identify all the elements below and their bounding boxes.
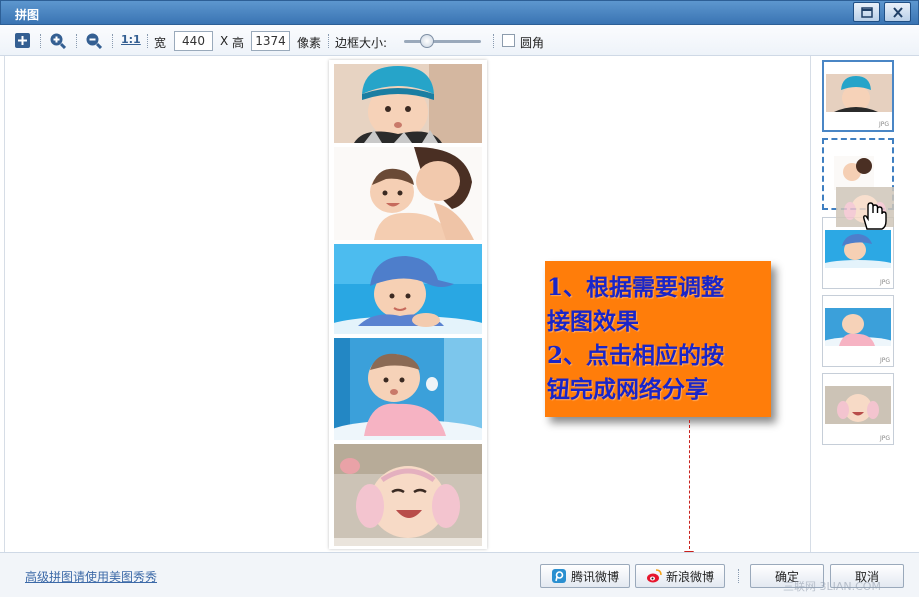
actual-size-button[interactable]: 1:1 — [121, 33, 141, 46]
bottom-bar: 高级拼图请使用美图秀秀 腾讯微博 新浪微博 确定 取消 — [0, 552, 919, 597]
close-button[interactable] — [884, 2, 911, 22]
toolbar: 1:1 宽 440 X 高 1374 像素 边框大小: 圆角 — [0, 25, 919, 56]
thumbnail-item[interactable]: JPG — [822, 60, 894, 132]
sina-weibo-button[interactable]: 新浪微博 — [635, 564, 725, 588]
instruction-callout: 1、根据需要调整 接图效果 2、点击相应的按 钮完成网络分享 — [545, 261, 771, 417]
title-bar: 拼图 — [0, 0, 919, 25]
zoom-in-icon[interactable] — [49, 32, 66, 49]
sina-weibo-icon — [646, 569, 662, 583]
width-label: 宽 — [154, 36, 167, 50]
width-input[interactable]: 440 — [174, 31, 213, 51]
toolbar-separator — [147, 34, 148, 48]
collage-photo[interactable] — [334, 147, 482, 240]
tencent-weibo-button[interactable]: 腾讯微博 — [540, 564, 630, 588]
collage-photo[interactable] — [334, 444, 482, 546]
callout-line: 接图效果 — [547, 308, 639, 335]
tencent-weibo-icon — [551, 569, 566, 583]
tencent-weibo-label: 腾讯微博 — [570, 569, 619, 584]
maximize-icon — [861, 7, 873, 18]
thumbnail-item[interactable]: JPG — [822, 295, 894, 367]
toolbar-separator — [112, 34, 113, 48]
rounded-corner-label: 圆角 — [520, 36, 545, 50]
height-label: 高 — [232, 36, 245, 50]
callout-line: 钮完成网络分享 — [547, 376, 708, 403]
thumbnail-tag: JPG — [879, 357, 890, 364]
window-title: 拼图 — [15, 8, 40, 22]
collage-photo[interactable] — [334, 244, 482, 334]
toolbar-separator — [76, 34, 77, 48]
toolbar-separator — [40, 34, 41, 48]
callout-line: 1、根据需要调整 — [547, 274, 725, 301]
advanced-collage-link[interactable]: 高级拼图请使用美图秀秀 — [25, 568, 157, 585]
thumbnail-tag: JPG — [879, 279, 890, 286]
height-input[interactable]: 1374 — [251, 31, 290, 51]
x-label: X — [220, 34, 229, 48]
thumbnail-item[interactable]: JPG — [822, 373, 894, 445]
zoom-out-icon[interactable] — [85, 32, 102, 49]
border-size-label: 边框大小: — [335, 36, 388, 50]
maximize-button[interactable] — [853, 2, 880, 22]
collage-photo[interactable] — [334, 338, 482, 440]
close-icon — [893, 7, 903, 18]
collage-photo[interactable] — [334, 64, 482, 143]
toolbar-separator — [328, 34, 329, 48]
add-image-icon[interactable] — [14, 32, 31, 49]
border-size-slider[interactable] — [404, 40, 481, 43]
rounded-corner-checkbox[interactable] — [502, 34, 515, 47]
pointer-arrow-line — [689, 420, 690, 554]
callout-line: 2、点击相应的按 — [547, 342, 725, 369]
thumbnail-tag: JPG — [879, 435, 890, 442]
watermark: 三联网 3LIAN.COM — [783, 580, 881, 593]
footer-separator — [738, 569, 739, 583]
toolbar-separator — [493, 34, 494, 48]
border-size-slider-thumb[interactable] — [420, 34, 435, 48]
thumbnail-sidebar: JPG JPG JPG JPG — [810, 56, 919, 552]
sina-weibo-label: 新浪微博 — [665, 569, 714, 584]
hand-cursor-icon — [863, 202, 887, 230]
thumbnail-tag: JPG — [878, 121, 889, 128]
pixel-label: 像素 — [297, 36, 322, 50]
collage-strip — [329, 60, 487, 549]
